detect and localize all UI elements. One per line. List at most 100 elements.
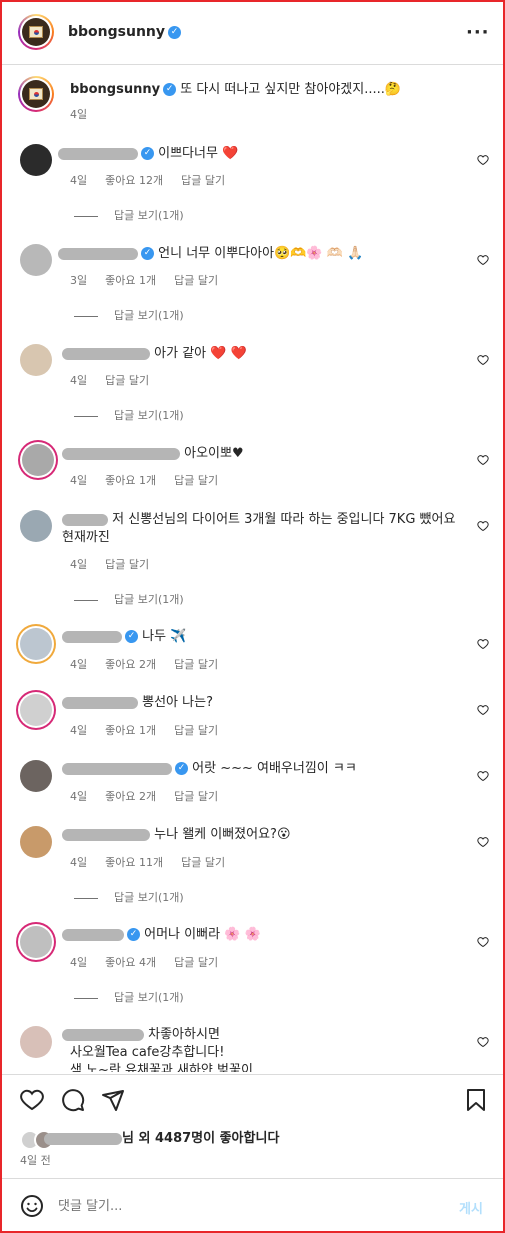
like-heart-icon[interactable] (477, 704, 489, 716)
comment-body: ✓ 어머나 이뻐라 🌸 🌸 (62, 926, 261, 944)
comment-likes[interactable]: 좋아요 4개 (105, 956, 156, 969)
comment-likes[interactable]: 좋아요 2개 (105, 790, 156, 803)
post-time: 4일 전 (20, 1154, 51, 1167)
verified-badge-icon: ✓ (127, 928, 140, 941)
like-heart-icon[interactable] (477, 836, 489, 848)
caption-time: 4일 (70, 108, 88, 121)
redacted-username[interactable] (58, 147, 138, 160)
redacted-username[interactable] (62, 1028, 144, 1041)
view-replies-button[interactable]: 답글 보기(1개) (74, 989, 184, 1005)
comment-body: ✓ 언니 너무 이뿌다아아🥺🫶🌸 🫶🏻 🙏🏻 (58, 245, 363, 263)
reply-button[interactable]: 답글 달기 (105, 558, 149, 571)
comment-likes[interactable]: 좋아요 2개 (105, 658, 156, 671)
view-replies-button[interactable]: 답글 보기(1개) (74, 307, 184, 323)
redacted-username[interactable] (62, 513, 108, 526)
view-replies-button[interactable]: 답글 보기(1개) (74, 407, 184, 423)
verified-badge-icon: ✓ (175, 762, 188, 775)
reply-button[interactable]: 답글 달기 (174, 474, 218, 487)
comment-likes[interactable]: 좋아요 11개 (105, 856, 163, 869)
comment-time: 3일 (70, 274, 88, 287)
comment-avatar[interactable] (20, 826, 52, 858)
comment-avatar[interactable] (20, 628, 52, 660)
verified-badge-icon: ✓ (141, 247, 154, 260)
comment-body: 아오이뽀♥ (62, 445, 244, 463)
reply-button[interactable]: 답글 달기 (181, 174, 225, 187)
redacted-username[interactable] (58, 247, 138, 260)
reply-button[interactable]: 답글 달기 (174, 956, 218, 969)
like-heart-icon[interactable] (477, 254, 489, 266)
like-heart-icon[interactable] (477, 520, 489, 532)
reply-button[interactable]: 답글 달기 (174, 658, 218, 671)
reply-button[interactable]: 답글 달기 (174, 790, 218, 803)
view-replies-button[interactable]: 답글 보기(1개) (74, 889, 184, 905)
comment-likes[interactable]: 좋아요 1개 (105, 724, 156, 737)
header-username[interactable]: bbongsunny (68, 24, 165, 40)
like-heart-icon[interactable] (477, 638, 489, 650)
comment-avatar[interactable] (20, 1026, 52, 1058)
comment-avatar[interactable] (20, 144, 52, 176)
comment-input[interactable] (58, 1195, 438, 1217)
like-heart-icon[interactable] (477, 354, 489, 366)
verified-badge-icon: ✓ (125, 630, 138, 643)
comment-avatar[interactable] (20, 510, 52, 542)
redacted-username[interactable] (62, 696, 138, 709)
caption-avatar[interactable] (18, 76, 54, 112)
comment-text: 누나 왤케 이뻐졌어요?😮 (154, 827, 291, 842)
like-heart-icon[interactable] (477, 454, 489, 466)
like-heart-icon[interactable] (20, 1088, 44, 1112)
like-heart-icon[interactable] (477, 1036, 489, 1048)
comment-time: 4일 (70, 658, 88, 671)
post-button[interactable]: 게시 (459, 1198, 483, 1217)
comment-bubble-icon[interactable] (61, 1088, 85, 1112)
comment-avatar[interactable] (20, 244, 52, 276)
comment-meta: 4일 좋아요 1개 답글 달기 (70, 722, 236, 738)
emoji-icon[interactable] (20, 1194, 44, 1218)
comment-text: 언니 너무 이뿌다아아🥺🫶🌸 🫶🏻 🙏🏻 (158, 246, 364, 261)
comment-likes[interactable]: 좋아요 1개 (105, 274, 156, 287)
comment-meta: 4일 좋아요 4개 답글 달기 (70, 954, 236, 970)
redacted-username[interactable] (62, 630, 122, 643)
redacted-username[interactable] (62, 828, 150, 841)
comment-likes[interactable]: 좋아요 1개 (105, 474, 156, 487)
comment-avatar[interactable] (20, 760, 52, 792)
comment-time: 4일 (70, 790, 88, 803)
reply-button[interactable]: 답글 달기 (181, 856, 225, 869)
comment-text: 아오이뽀♥ (184, 446, 244, 461)
comment-meta: 3일 좋아요 1개 답글 달기 (70, 272, 236, 288)
reply-button[interactable]: 답글 달기 (174, 724, 218, 737)
like-heart-icon[interactable] (477, 770, 489, 782)
actions-divider (2, 1074, 503, 1075)
header-avatar[interactable] (18, 14, 54, 50)
reply-button[interactable]: 답글 달기 (105, 374, 149, 387)
comment-avatar[interactable] (20, 694, 52, 726)
comment-avatar[interactable] (22, 444, 54, 476)
caption-username[interactable]: bbongsunny (70, 82, 160, 97)
like-heart-icon[interactable] (477, 936, 489, 948)
comment-avatar[interactable] (20, 344, 52, 376)
view-replies-button[interactable]: 답글 보기(1개) (74, 591, 184, 607)
comment-time: 4일 (70, 374, 88, 387)
reply-button[interactable]: 답글 달기 (174, 274, 218, 287)
header-username-row[interactable]: bbongsunny ✓ (68, 24, 182, 40)
redacted-username[interactable] (44, 1132, 122, 1145)
verified-badge-icon: ✓ (141, 147, 154, 160)
comment-likes[interactable]: 좋아요 12개 (105, 174, 163, 187)
comment-time: 4일 (70, 856, 88, 869)
share-send-icon[interactable] (101, 1088, 125, 1112)
comment-text: 차좋아하시면 (148, 1027, 220, 1042)
view-replies-button[interactable]: 답글 보기(1개) (74, 207, 184, 223)
redacted-username[interactable] (62, 762, 172, 775)
redacted-username[interactable] (62, 447, 180, 460)
more-icon[interactable]: ··· (466, 22, 490, 43)
comment-text: 이쁘다너무 ❤️ (158, 146, 239, 161)
comment-avatar[interactable] (20, 926, 52, 958)
redacted-username[interactable] (62, 347, 150, 360)
like-heart-icon[interactable] (477, 154, 489, 166)
comment-time: 4일 (70, 956, 88, 969)
comment-meta: 4일 좋아요 12개 답글 달기 (70, 172, 243, 188)
comment-meta: 4일 답글 달기 (70, 372, 167, 388)
redacted-username[interactable] (62, 928, 124, 941)
bookmark-icon[interactable] (465, 1088, 487, 1112)
likes-summary-text[interactable]: 님 외 4487명이 좋아합니다 (122, 1131, 279, 1146)
comment-text: 어랏 ~~~ 여배우너낌이 ㅋㅋ (192, 761, 357, 776)
